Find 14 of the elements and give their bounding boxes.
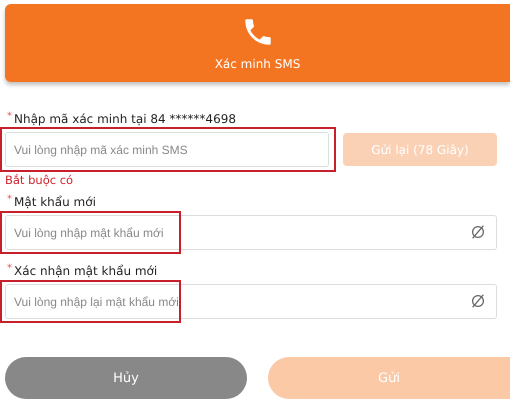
required-mark: * <box>7 112 12 122</box>
password-field[interactable]: Vui lòng nhập lại mật khẩu mới <box>5 284 497 319</box>
required-mark: * <box>7 195 12 205</box>
cancel-button[interactable]: Hủy <box>5 357 247 399</box>
input-field[interactable]: Vui lòng nhập mã xác minh SMS <box>5 132 329 167</box>
hidden-eye-icon[interactable] <box>469 292 487 310</box>
field-label: Xác nhận mật khẩu mới <box>14 264 158 278</box>
hidden-eye-icon[interactable] <box>469 223 487 241</box>
field-label: Mật khẩu mới <box>14 195 96 209</box>
error-message: Bắt buộc có <box>5 173 74 187</box>
required-mark: * <box>7 264 12 274</box>
password-field[interactable]: Vui lòng nhập mật khẩu mới <box>5 215 497 250</box>
header-title: Xác minh SMS <box>214 57 300 71</box>
field-label: Nhập mã xác minh tại 84 ******4698 <box>14 112 236 126</box>
